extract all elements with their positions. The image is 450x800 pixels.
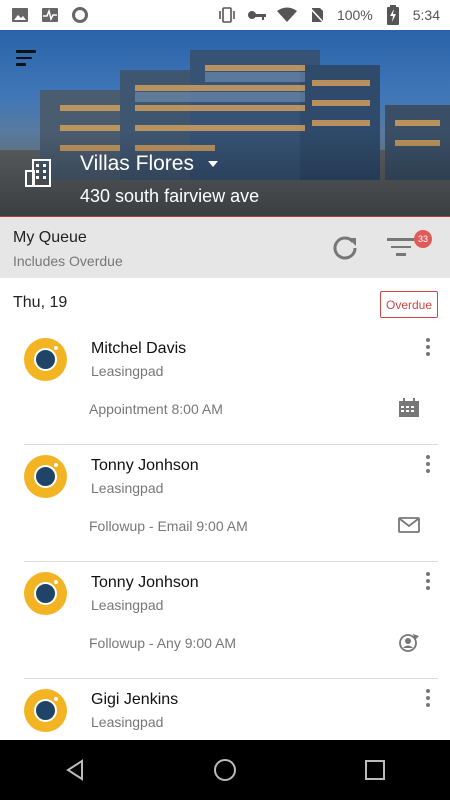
refresh-icon[interactable] xyxy=(330,233,360,263)
building-icon xyxy=(25,159,51,187)
property-name: Villas Flores xyxy=(80,152,194,175)
filter-count-badge: 33 xyxy=(414,230,432,248)
calendar-icon[interactable] xyxy=(398,398,420,418)
contact-company: Leasingpad xyxy=(91,714,164,730)
more-options-icon[interactable] xyxy=(423,455,433,473)
home-icon xyxy=(214,759,236,781)
avatar xyxy=(24,689,67,732)
property-address: 430 south fairview ave xyxy=(80,186,260,206)
recents-button[interactable] xyxy=(355,750,395,790)
contact-name: Tonny Jonhson xyxy=(91,457,199,474)
property-selector[interactable]: Villas Flores xyxy=(80,152,218,176)
key-icon xyxy=(247,6,267,24)
contact-company: Leasingpad xyxy=(91,597,164,613)
contact-name: Gigi Jenkins xyxy=(91,691,179,708)
avatar xyxy=(24,455,67,498)
more-options-icon[interactable] xyxy=(423,689,433,707)
image-icon xyxy=(10,6,30,24)
overdue-badge[interactable]: Overdue xyxy=(380,291,438,318)
contact-company: Leasingpad xyxy=(91,363,164,379)
contact-name: Tonny Jonhson xyxy=(91,574,199,591)
contact-company: Leasingpad xyxy=(91,480,164,496)
back-icon xyxy=(66,759,83,781)
user-followup-icon[interactable] xyxy=(398,632,420,652)
list-item[interactable]: Tonny Jonhson Leasingpad Followup - Any … xyxy=(0,562,450,679)
activity-label: Followup - Email 9:00 AM xyxy=(89,518,248,534)
back-button[interactable] xyxy=(55,750,95,790)
home-button[interactable] xyxy=(205,750,245,790)
more-options-icon[interactable] xyxy=(423,338,433,356)
clock: 5:34 xyxy=(412,7,440,23)
filter-button[interactable] xyxy=(386,235,416,263)
activity-label: Followup - Any 9:00 AM xyxy=(89,635,237,651)
battery-percent: 100% xyxy=(336,7,373,23)
vibrate-icon xyxy=(217,6,237,24)
contact-name: Mitchel Davis xyxy=(91,340,187,357)
avatar xyxy=(24,338,67,381)
no-sim-icon xyxy=(307,6,327,24)
queue-bar: My Queue Includes Overdue 33 xyxy=(0,216,450,278)
list-item[interactable]: Mitchel Davis Leasingpad Appointment 8:0… xyxy=(0,328,450,445)
queue-title: My Queue xyxy=(13,229,87,246)
activity-icon xyxy=(40,6,60,24)
battery-charging-icon xyxy=(383,5,403,25)
queue-subtitle: Includes Overdue xyxy=(13,253,123,269)
menu-button[interactable] xyxy=(16,50,40,70)
list-item[interactable]: Tonny Jonhson Leasingpad Followup - Emai… xyxy=(0,445,450,562)
date-label: Thu, 19 xyxy=(13,294,68,311)
envelope-icon[interactable] xyxy=(398,515,420,535)
wifi-icon xyxy=(276,6,297,24)
circle-icon xyxy=(70,6,90,24)
system-nav-bar xyxy=(0,740,450,800)
activity-label: Appointment 8:00 AM xyxy=(89,401,223,417)
caret-down-icon xyxy=(207,161,218,167)
avatar xyxy=(24,572,67,615)
recents-icon xyxy=(365,760,385,780)
more-options-icon[interactable] xyxy=(423,572,433,590)
status-bar: 100% 5:34 xyxy=(0,0,450,30)
property-header: Villas Flores 430 south fairview ave xyxy=(0,30,450,216)
